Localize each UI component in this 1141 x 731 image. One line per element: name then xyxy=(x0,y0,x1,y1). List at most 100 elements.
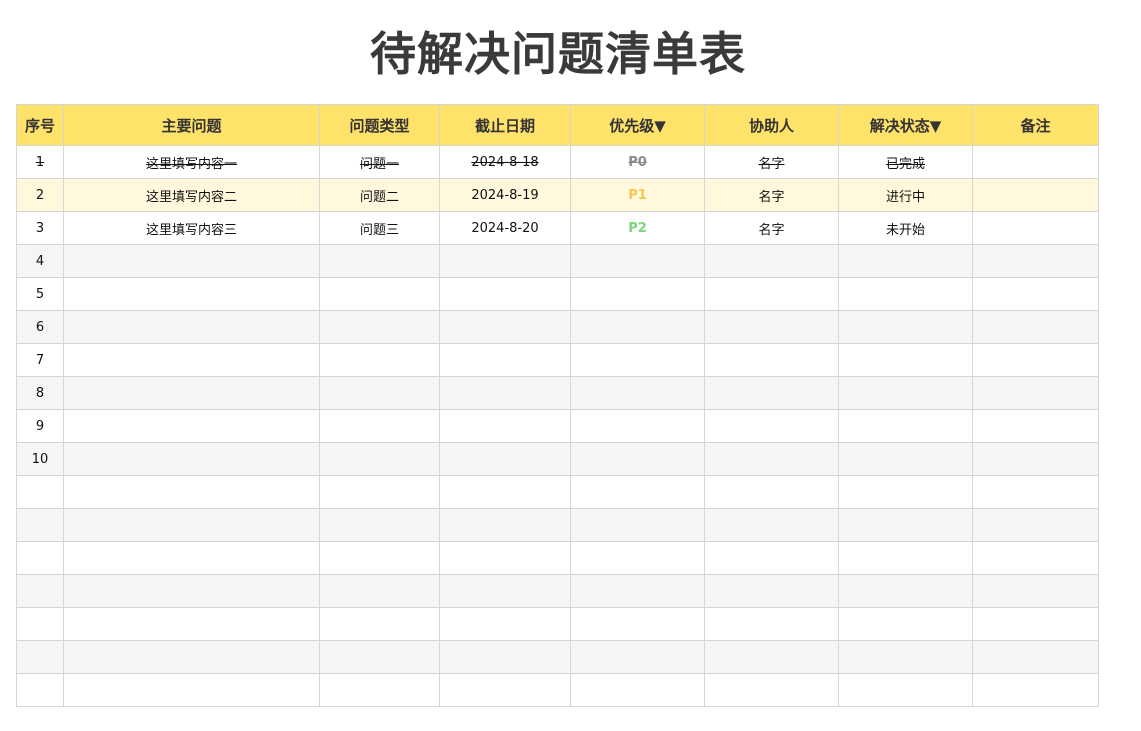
cell-no[interactable]: 2 xyxy=(16,178,64,212)
cell-note[interactable] xyxy=(972,673,1099,707)
cell-issue[interactable] xyxy=(63,673,320,707)
cell-type[interactable] xyxy=(319,574,440,608)
cell-no[interactable] xyxy=(16,574,64,608)
cell-due-date[interactable] xyxy=(439,409,571,443)
cell-no[interactable]: 5 xyxy=(16,277,64,311)
cell-status[interactable] xyxy=(838,508,973,542)
cell-note[interactable] xyxy=(972,607,1099,641)
cell-type[interactable] xyxy=(319,640,440,674)
cell-no[interactable]: 8 xyxy=(16,376,64,410)
cell-issue[interactable] xyxy=(63,343,320,377)
cell-priority[interactable] xyxy=(570,376,705,410)
cell-due-date[interactable] xyxy=(439,442,571,476)
cell-note[interactable] xyxy=(972,343,1099,377)
cell-helper[interactable] xyxy=(704,244,839,278)
cell-status[interactable]: 已完成 xyxy=(838,145,973,179)
cell-type[interactable]: 问题三 xyxy=(319,211,440,245)
cell-type[interactable] xyxy=(319,310,440,344)
cell-helper[interactable]: 名字 xyxy=(704,178,839,212)
cell-status[interactable] xyxy=(838,541,973,575)
cell-due-date[interactable]: 2024-8-20 xyxy=(439,211,571,245)
cell-due-date[interactable] xyxy=(439,244,571,278)
cell-helper[interactable]: 名字 xyxy=(704,211,839,245)
cell-note[interactable] xyxy=(972,376,1099,410)
cell-note[interactable] xyxy=(972,310,1099,344)
cell-helper[interactable] xyxy=(704,508,839,542)
cell-status[interactable] xyxy=(838,409,973,443)
cell-status[interactable]: 未开始 xyxy=(838,211,973,245)
cell-no[interactable] xyxy=(16,673,64,707)
cell-status[interactable] xyxy=(838,343,973,377)
cell-priority[interactable] xyxy=(570,244,705,278)
cell-issue[interactable] xyxy=(63,310,320,344)
cell-issue[interactable] xyxy=(63,244,320,278)
cell-due-date[interactable] xyxy=(439,277,571,311)
header-priority-filter[interactable]: 优先级▼ xyxy=(570,104,705,146)
cell-type[interactable] xyxy=(319,508,440,542)
cell-no[interactable]: 7 xyxy=(16,343,64,377)
cell-due-date[interactable] xyxy=(439,607,571,641)
cell-priority[interactable]: P2 xyxy=(570,211,705,245)
cell-no[interactable] xyxy=(16,640,64,674)
cell-no[interactable]: 6 xyxy=(16,310,64,344)
header-due-date[interactable]: 截止日期 xyxy=(439,104,571,146)
cell-issue[interactable] xyxy=(63,442,320,476)
cell-note[interactable] xyxy=(972,574,1099,608)
cell-priority[interactable]: P0 xyxy=(570,145,705,179)
cell-due-date[interactable] xyxy=(439,574,571,608)
cell-no[interactable] xyxy=(16,607,64,641)
cell-no[interactable] xyxy=(16,508,64,542)
cell-type[interactable] xyxy=(319,244,440,278)
cell-status[interactable] xyxy=(838,475,973,509)
cell-no[interactable]: 3 xyxy=(16,211,64,245)
cell-status[interactable] xyxy=(838,607,973,641)
cell-type[interactable] xyxy=(319,475,440,509)
cell-type[interactable] xyxy=(319,376,440,410)
cell-priority[interactable] xyxy=(570,541,705,575)
cell-helper[interactable] xyxy=(704,607,839,641)
cell-no[interactable]: 9 xyxy=(16,409,64,443)
cell-due-date[interactable] xyxy=(439,541,571,575)
cell-due-date[interactable] xyxy=(439,343,571,377)
cell-due-date[interactable]: 2024-8-18 xyxy=(439,145,571,179)
cell-priority[interactable]: P1 xyxy=(570,178,705,212)
cell-helper[interactable] xyxy=(704,310,839,344)
cell-due-date[interactable] xyxy=(439,310,571,344)
cell-priority[interactable] xyxy=(570,409,705,443)
cell-priority[interactable] xyxy=(570,343,705,377)
cell-status[interactable] xyxy=(838,673,973,707)
cell-status[interactable] xyxy=(838,376,973,410)
cell-note[interactable] xyxy=(972,409,1099,443)
cell-due-date[interactable] xyxy=(439,640,571,674)
cell-status[interactable]: 进行中 xyxy=(838,178,973,212)
cell-status[interactable] xyxy=(838,640,973,674)
cell-priority[interactable] xyxy=(570,442,705,476)
cell-note[interactable] xyxy=(972,178,1099,212)
cell-status[interactable] xyxy=(838,442,973,476)
cell-issue[interactable] xyxy=(63,541,320,575)
cell-status[interactable] xyxy=(838,277,973,311)
cell-issue[interactable]: 这里填写内容三 xyxy=(63,211,320,245)
cell-helper[interactable] xyxy=(704,376,839,410)
cell-note[interactable] xyxy=(972,244,1099,278)
cell-type[interactable] xyxy=(319,277,440,311)
header-type[interactable]: 问题类型 xyxy=(319,104,440,146)
header-status-filter[interactable]: 解决状态▼ xyxy=(838,104,973,146)
cell-helper[interactable] xyxy=(704,343,839,377)
cell-issue[interactable] xyxy=(63,574,320,608)
header-note[interactable]: 备注 xyxy=(972,104,1099,146)
cell-note[interactable] xyxy=(972,640,1099,674)
cell-priority[interactable] xyxy=(570,574,705,608)
header-no[interactable]: 序号 xyxy=(16,104,64,146)
cell-type[interactable] xyxy=(319,442,440,476)
cell-due-date[interactable]: 2024-8-19 xyxy=(439,178,571,212)
cell-helper[interactable] xyxy=(704,475,839,509)
cell-issue[interactable] xyxy=(63,277,320,311)
cell-helper[interactable] xyxy=(704,409,839,443)
cell-due-date[interactable] xyxy=(439,673,571,707)
cell-helper[interactable]: 名字 xyxy=(704,145,839,179)
cell-no[interactable]: 1 xyxy=(16,145,64,179)
cell-helper[interactable] xyxy=(704,673,839,707)
cell-issue[interactable] xyxy=(63,475,320,509)
header-issue[interactable]: 主要问题 xyxy=(63,104,320,146)
